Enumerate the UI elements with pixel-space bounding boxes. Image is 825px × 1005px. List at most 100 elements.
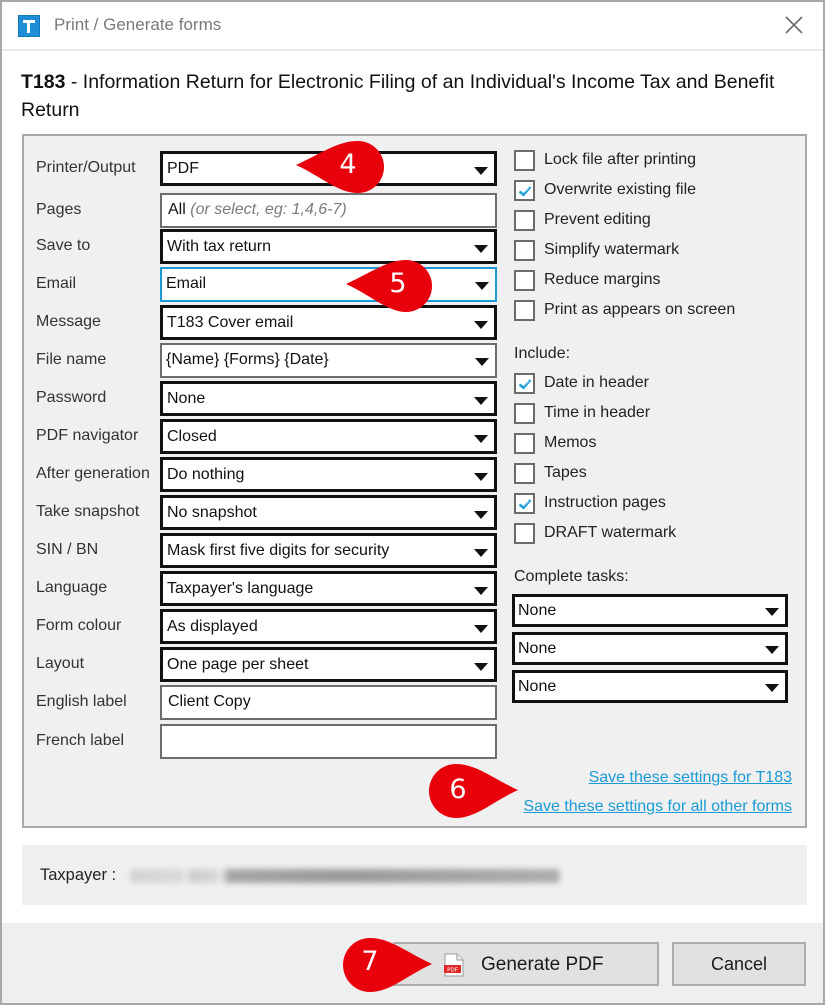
- chevron-down-icon: [765, 646, 779, 654]
- save-settings-for-all-forms-link[interactable]: Save these settings for all other forms: [523, 798, 792, 816]
- complete-task-dropdown-2[interactable]: None: [512, 632, 788, 665]
- form-title: - Information Return for Electronic Fili…: [21, 71, 775, 121]
- simplify-watermark-checkbox-label: Simplify watermark: [544, 241, 680, 258]
- email-value: Email: [166, 275, 207, 292]
- pdf-navigator-label: PDF navigator: [36, 427, 139, 444]
- take-snapshot-dropdown[interactable]: No snapshot: [160, 495, 497, 530]
- callout-marker-4: 4: [292, 139, 384, 195]
- save-settings-for-form-link[interactable]: Save these settings for T183: [589, 769, 792, 787]
- pages-label: Pages: [36, 201, 82, 218]
- callout-number: 5: [389, 268, 407, 299]
- instruction-pages-checkbox-label: Instruction pages: [544, 494, 666, 511]
- svg-text:PDF: PDF: [447, 968, 458, 974]
- checkmark-icon: [518, 186, 532, 197]
- after-generation-dropdown[interactable]: Do nothing: [160, 457, 497, 492]
- save-to-label: Save to: [36, 237, 91, 254]
- file-name-value: {Name} {Forms} {Date}: [166, 351, 329, 368]
- message-value: T183 Cover email: [167, 314, 294, 331]
- callout-number: 6: [449, 774, 467, 805]
- printer-output-label: Printer/Output: [36, 159, 136, 176]
- english-label-value: Client Copy: [168, 693, 251, 710]
- date-in-header-checkbox-label: Date in header: [544, 374, 649, 391]
- french-label-input[interactable]: [160, 724, 497, 759]
- sin-bn-label: SIN / BN: [36, 541, 99, 558]
- sin-bn-value: Mask first five digits for security: [167, 542, 390, 559]
- take-snapshot-value: No snapshot: [167, 504, 257, 521]
- printer-output-value: PDF: [167, 160, 199, 177]
- chevron-down-icon: [474, 245, 488, 253]
- layout-dropdown[interactable]: One page per sheet: [160, 647, 497, 682]
- cancel-button[interactable]: Cancel: [672, 942, 806, 986]
- chevron-down-icon: [474, 473, 488, 481]
- english-label-label: English label: [36, 693, 127, 710]
- chevron-down-icon: [474, 511, 488, 519]
- complete-task-dropdown-3[interactable]: None: [512, 670, 788, 703]
- form-heading: T183 - Information Return for Electronic…: [21, 68, 801, 124]
- memos-checkbox-label: Memos: [544, 434, 597, 451]
- form-colour-dropdown[interactable]: As displayed: [160, 609, 497, 644]
- email-label: Email: [36, 275, 77, 292]
- chevron-down-icon: [474, 587, 488, 595]
- time-in-header-checkbox[interactable]: [514, 403, 535, 424]
- sin-bn-dropdown[interactable]: Mask first five digits for security: [160, 533, 497, 568]
- file-name-label: File name: [36, 351, 107, 368]
- chevron-down-icon: [475, 358, 489, 366]
- generate-pdf-button[interactable]: PDF Generate PDF: [393, 942, 659, 986]
- pdf-navigator-dropdown[interactable]: Closed: [160, 419, 497, 454]
- password-dropdown[interactable]: None: [160, 381, 497, 416]
- callout-number: 4: [339, 149, 357, 180]
- callout-marker-7: 7: [332, 934, 432, 992]
- chevron-down-icon: [474, 549, 488, 557]
- language-value: Taxpayer's language: [167, 580, 314, 597]
- checkmark-icon: [518, 499, 532, 510]
- reduce-margins-checkbox[interactable]: [514, 270, 535, 291]
- reduce-margins-checkbox-label: Reduce margins: [544, 271, 661, 288]
- form-code: T183: [21, 71, 66, 93]
- lock-file-after-printing-checkbox[interactable]: [514, 150, 535, 171]
- pdf-navigator-value: Closed: [167, 428, 217, 445]
- file-name-dropdown[interactable]: {Name} {Forms} {Date}: [160, 343, 497, 378]
- after-generation-value: Do nothing: [167, 466, 245, 483]
- save-to-dropdown[interactable]: With tax return: [160, 229, 497, 264]
- instruction-pages-checkbox[interactable]: [514, 493, 535, 514]
- pdf-file-icon: PDF: [444, 953, 464, 977]
- form-colour-value: As displayed: [167, 618, 258, 635]
- message-dropdown[interactable]: T183 Cover email: [160, 305, 497, 340]
- close-button[interactable]: [781, 12, 807, 38]
- app-icon: [18, 15, 40, 37]
- french-label-label: French label: [36, 732, 125, 749]
- chevron-down-icon: [474, 167, 488, 175]
- language-label: Language: [36, 579, 108, 596]
- complete-task-dropdown-1[interactable]: None: [512, 594, 788, 627]
- print-as-appears-on-screen-checkbox[interactable]: [514, 300, 535, 321]
- email-dropdown[interactable]: Email: [160, 267, 497, 302]
- time-in-header-checkbox-label: Time in header: [544, 404, 651, 421]
- save-to-value: With tax return: [167, 238, 272, 255]
- overwrite-existing-file-checkbox[interactable]: [514, 180, 535, 201]
- print-as-appears-on-screen-checkbox-label: Print as appears on screen: [544, 301, 736, 318]
- chevron-down-icon: [474, 625, 488, 633]
- password-value: None: [167, 390, 206, 407]
- memos-checkbox[interactable]: [514, 433, 535, 454]
- callout-marker-6: 6: [422, 762, 518, 818]
- tapes-checkbox[interactable]: [514, 463, 535, 484]
- layout-value: One page per sheet: [167, 656, 309, 673]
- generate-pdf-label: Generate PDF: [481, 954, 604, 975]
- take-snapshot-label: Take snapshot: [36, 503, 140, 520]
- draft-watermark-checkbox[interactable]: [514, 523, 535, 544]
- checkmark-icon: [518, 379, 532, 390]
- chevron-down-icon: [474, 663, 488, 671]
- prevent-editing-checkbox[interactable]: [514, 210, 535, 231]
- window-title: Print / Generate forms: [54, 15, 222, 34]
- lock-file-after-printing-checkbox-label: Lock file after printing: [544, 151, 697, 168]
- taxpayer-strip: Taxpayer :: [22, 845, 807, 905]
- language-dropdown[interactable]: Taxpayer's language: [160, 571, 497, 606]
- english-label-input[interactable]: Client Copy: [160, 685, 497, 720]
- pages-hint: (or select, eg: 1,4,6-7): [190, 201, 347, 218]
- date-in-header-checkbox[interactable]: [514, 373, 535, 394]
- simplify-watermark-checkbox[interactable]: [514, 240, 535, 261]
- complete-task-value: None: [518, 640, 557, 657]
- prevent-editing-checkbox-label: Prevent editing: [544, 211, 651, 228]
- pages-input[interactable]: All (or select, eg: 1,4,6-7): [160, 193, 497, 228]
- chevron-down-icon: [475, 282, 489, 290]
